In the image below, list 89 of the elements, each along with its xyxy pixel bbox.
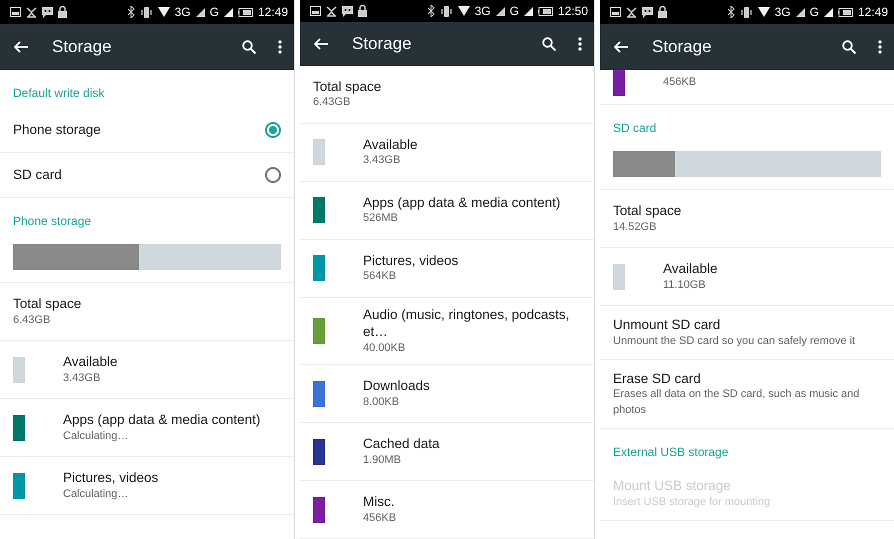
entry-title: Apps (app data & media content) (63, 411, 260, 429)
network-type: 3G (474, 3, 491, 20)
message-icon (342, 6, 353, 17)
entry-value: 456KB (363, 510, 396, 526)
action-title: Erase SD card (613, 370, 702, 388)
section-header: Phone storage (12, 213, 92, 230)
network-type: G (810, 4, 819, 21)
more-options-icon[interactable] (278, 40, 282, 54)
section-header: Default write disk (12, 85, 106, 102)
entry-value: 11.10GB (663, 278, 707, 293)
radio-button[interactable] (265, 122, 281, 138)
bluetooth-icon (728, 6, 735, 18)
battery-icon (238, 8, 253, 16)
signal-icon (524, 6, 533, 16)
option-label: Phone storage (13, 120, 101, 139)
signal-icon (196, 8, 205, 16)
lock-icon (58, 6, 67, 18)
entry-value: 6.43GB (313, 95, 352, 110)
app-bar-title: Storage (52, 36, 113, 58)
picture-icon (10, 7, 21, 17)
action-description: Erases all data on the SD card, such as music and photos (613, 387, 860, 418)
wifi-icon (158, 7, 170, 17)
entry-value: 456KB (663, 75, 696, 90)
signal-icon (824, 8, 833, 16)
entry-value: Calculating… (63, 428, 130, 444)
entry-title: Total space (13, 295, 82, 313)
entry-title: Misc. (363, 493, 396, 511)
entry-title: Cached data (363, 435, 440, 453)
search-icon[interactable] (842, 40, 856, 54)
signal-icon (224, 8, 233, 16)
entry-value: 6.43GB (13, 312, 52, 328)
network-type: G (210, 4, 219, 21)
entry-value: 3.43GB (63, 370, 102, 386)
clock: 12:49 (258, 4, 288, 21)
entry-title: Pictures, videos (363, 252, 458, 270)
entry-title: Apps (app data & media content) (363, 194, 560, 212)
action-title: Unmount SD card (613, 316, 722, 334)
network-type: 3G (174, 4, 191, 21)
entry-title: Total space (313, 78, 382, 96)
clock: 12:50 (558, 3, 588, 20)
entry-title: Total space (613, 202, 682, 220)
entry-value: 3.43GB (363, 153, 402, 168)
clock: 12:49 (858, 4, 888, 21)
app-bar-title: Storage (652, 36, 713, 58)
back-arrow-icon[interactable] (14, 41, 28, 53)
message-icon (42, 6, 53, 18)
entry-title: Audio (music, ringtones, podcasts, et… (363, 306, 570, 341)
message-icon (642, 6, 653, 18)
wifi-icon (758, 7, 770, 17)
section-header: SD card (612, 120, 658, 137)
entry-value: 14.52GB (613, 220, 658, 235)
back-arrow-icon[interactable] (314, 38, 328, 50)
picture-icon (610, 7, 621, 17)
signal-icon (796, 8, 805, 16)
entry-value: 40.00KB (363, 340, 406, 356)
entry-title: Pictures, videos (63, 469, 158, 487)
section-header: External USB storage (612, 444, 730, 462)
lock-icon (358, 5, 367, 18)
vibrate-icon (440, 6, 453, 17)
network-type: G (510, 3, 519, 20)
vibrate-icon (140, 6, 153, 18)
wifi-icon (458, 6, 470, 16)
network-type: 3G (774, 4, 791, 21)
battery-icon (838, 8, 853, 16)
search-icon[interactable] (542, 36, 556, 51)
option-label: SD card (13, 166, 62, 184)
signal-icon (496, 6, 505, 16)
picture-icon (310, 6, 321, 16)
bluetooth-icon (128, 6, 135, 18)
entry-value: Calculating… (63, 486, 130, 502)
action-description: Unmount the SD card so you can safely remove it (613, 334, 856, 349)
more-options-icon[interactable] (578, 36, 582, 51)
bluetooth-icon (428, 5, 435, 18)
entry-value: 1.90MB (363, 452, 402, 468)
entry-title: Available (663, 260, 718, 278)
radio-button[interactable] (265, 167, 281, 183)
entry-title: Downloads (363, 377, 430, 395)
search-icon[interactable] (242, 40, 256, 54)
entry-title: Available (63, 353, 118, 371)
lock-icon (658, 6, 667, 18)
entry-value: 526MB (363, 211, 399, 226)
app-bar-title: Storage (352, 33, 413, 56)
back-arrow-icon[interactable] (614, 41, 628, 53)
vibrate-icon (740, 6, 753, 18)
battery-icon (538, 6, 553, 16)
entry-title: Available (363, 136, 418, 154)
more-options-icon[interactable] (878, 40, 882, 54)
entry-value: 564KB (363, 269, 398, 284)
entry-value: 8.00KB (363, 394, 400, 410)
